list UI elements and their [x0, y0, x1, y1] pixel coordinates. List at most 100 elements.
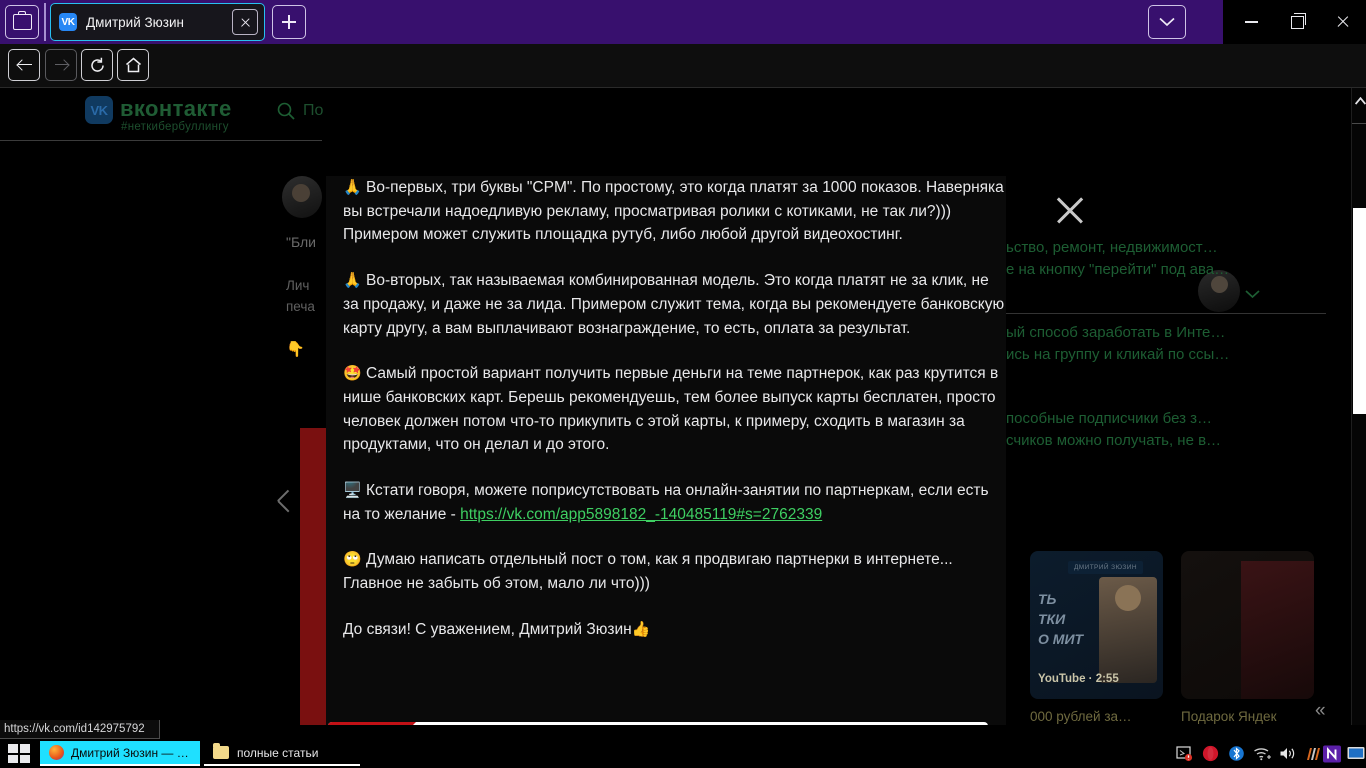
vk-tagline: #неткибербуллингу [121, 121, 229, 133]
list-all-tabs-button[interactable] [1148, 5, 1186, 39]
vk-wordmark: вконтакте [120, 96, 232, 121]
scrollbar-tick [1352, 123, 1366, 124]
panel-divider [1006, 313, 1326, 314]
person-emoji: 🙏 [343, 272, 362, 290]
thumbs-up-emoji: 👍 [631, 620, 651, 638]
vk-logo-icon[interactable]: VK [85, 96, 113, 124]
taskbar-item-folder[interactable]: полные статьи [204, 741, 360, 766]
tab-close-button[interactable] [232, 9, 258, 35]
tray-n-app-icon[interactable] [1320, 741, 1344, 766]
viewer-side-panel: ьство, ремонт, недвижимост… е на кнопку … [1006, 176, 1351, 725]
back-button[interactable] [8, 49, 40, 81]
search-icon[interactable] [276, 101, 296, 121]
video-overlay-text: ТЬ ТКИ О МИТ [1038, 591, 1084, 647]
tray-monitor-icon[interactable] [1344, 741, 1366, 766]
windows-start-icon[interactable] [8, 744, 30, 763]
vk-logo-mark: VK [90, 102, 108, 118]
video-title[interactable]: Подарок Яндек [1181, 709, 1331, 724]
post-paragraph: 🙏 Во-вторых, так называемая комбинирован… [343, 269, 1005, 340]
desktop-computer-emoji: 🖥️ [343, 482, 362, 500]
video-thumbnail [1241, 561, 1314, 699]
reload-icon [90, 57, 104, 72]
browser-window: VK Дмитрий Зюзин VK вконтакте #неткиберб… [0, 0, 1366, 768]
close-icon [240, 17, 251, 28]
chevron-left-icon [276, 489, 298, 516]
post-viewer: 🙏 Во-первых, три буквы "CPM". По простом… [277, 176, 1054, 725]
vk-profile-column: "Бли Лич печа 👇 [282, 176, 322, 358]
maximize-icon [1290, 12, 1306, 29]
chevron-down-icon [1159, 17, 1175, 27]
reload-button[interactable] [81, 49, 113, 81]
home-icon [125, 57, 141, 73]
windows-taskbar: Дмитрий Зюзин — Mo… полные статьи [0, 739, 1366, 768]
sidebar-text-line: ись на группу и кликай по ссы… [1006, 346, 1230, 363]
post-paragraph: 🙏 Во-первых, три буквы "CPM". По простом… [343, 176, 1005, 247]
video-person-photo [1099, 577, 1157, 683]
profile-quote: "Бли [286, 234, 316, 250]
post-external-link[interactable]: https://vk.com/app5898182_-140485119#s=2… [460, 506, 822, 523]
scroll-up-arrow[interactable] [1354, 92, 1366, 110]
page-viewport: VK вконтакте #неткибербуллингу По "Бли Л… [0, 88, 1351, 725]
paragraph-text: Во-первых, три буквы "CPM". По простому,… [343, 179, 1004, 244]
maximize-button[interactable] [1274, 0, 1320, 44]
home-button[interactable] [117, 49, 149, 81]
video-title[interactable]: 000 рублей за… [1030, 709, 1163, 724]
minimize-icon [1244, 21, 1258, 23]
scrollbar-thumb[interactable] [1353, 208, 1366, 414]
tray-display-error-icon[interactable] [1172, 741, 1196, 766]
post-paragraph: 🙄 Думаю написать отдельный пост о том, к… [343, 548, 1005, 595]
firefox-icon [49, 745, 64, 760]
video-badge: ДМИТРИЙ ЗЮЗИН [1068, 561, 1143, 574]
thinking-emoji: 🙄 [343, 551, 362, 569]
firefox-view-icon [12, 11, 32, 30]
taskbar-item-firefox[interactable]: Дмитрий Зюзин — Mo… [40, 741, 200, 766]
minimize-button[interactable] [1228, 0, 1274, 44]
sidebar-text-line: ьство, ремонт, недвижимост… [1006, 239, 1218, 256]
post-link-paragraph: 🖥️ Кстати говоря, можете поприсутствоват… [343, 479, 1005, 526]
collapse-panel-button[interactable]: « [1315, 700, 1326, 722]
previous-photo-button[interactable] [276, 489, 300, 530]
tab-title: Дмитрий Зюзин [86, 14, 184, 30]
favicon-label: VK [61, 16, 75, 28]
forward-button [45, 49, 77, 81]
post-image-edge [300, 428, 326, 725]
sidebar-text-line: счиков можно получать, не в… [1006, 432, 1222, 449]
viewer-close-button[interactable] [1050, 191, 1090, 231]
taskbar-item-label: Дмитрий Зюзин — Mo… [71, 745, 191, 760]
tray-wifi-icon[interactable] [1250, 741, 1274, 766]
vk-header: VK вконтакте #неткибербуллингу По [0, 88, 323, 140]
tray-volume-icon[interactable] [1276, 741, 1300, 766]
paragraph-text: Во-вторых, так называемая комбинированна… [343, 272, 1005, 337]
signature-text: До связи! С уважением, Дмитрий Зюзин [343, 620, 632, 638]
post-paragraph: 🤩 Самый простой вариант получить первые … [343, 362, 1005, 457]
window-close-button[interactable] [1320, 0, 1366, 44]
status-bar-link-preview: https://vk.com/id142975792 [0, 720, 160, 739]
post-text: 🙏 Во-первых, три буквы "CPM". По простом… [343, 176, 1005, 664]
sidebar-text-line: пособные подписчики без з… [1006, 410, 1213, 427]
person-emoji: 🙏 [343, 179, 362, 196]
down-pointing-emoji: 👇 [286, 341, 305, 358]
vk-header-divider [0, 140, 322, 141]
profile-line-2: печа [286, 299, 315, 314]
post-image[interactable] [328, 722, 988, 725]
video-duration: YouTube · 2:55 [1038, 673, 1119, 685]
post-signature: До связи! С уважением, Дмитрий Зюзин👍 [343, 618, 1005, 642]
browser-tab-active[interactable]: VK Дмитрий Зюзин [50, 3, 265, 41]
tray-opera-icon[interactable] [1198, 741, 1222, 766]
video-card[interactable]: ДМИТРИЙ ЗЮЗИН ТЬ ТКИ О МИТ YouTube · 2:55 [1030, 551, 1163, 699]
sidebar-text-line: ый способ заработать в Инте… [1006, 324, 1226, 341]
firefox-view-button[interactable] [5, 5, 39, 39]
forward-arrow-icon [54, 58, 69, 73]
chevron-down-icon[interactable] [1245, 286, 1260, 304]
image-red-corner-left [328, 722, 416, 725]
avatar[interactable] [282, 176, 322, 218]
taskbar-item-label: полные статьи [237, 745, 319, 760]
search-input[interactable]: По [303, 102, 323, 120]
page-scrollbar[interactable] [1351, 88, 1366, 725]
sidebar-text-line: е на кнопку "перейти" под ава… [1006, 261, 1230, 278]
video-card[interactable] [1181, 551, 1314, 699]
paragraph-text: Самый простой вариант получить первые де… [343, 365, 999, 454]
tray-bluetooth-icon[interactable] [1224, 741, 1248, 766]
new-tab-button[interactable] [272, 5, 306, 39]
star-struck-emoji: 🤩 [343, 365, 362, 383]
